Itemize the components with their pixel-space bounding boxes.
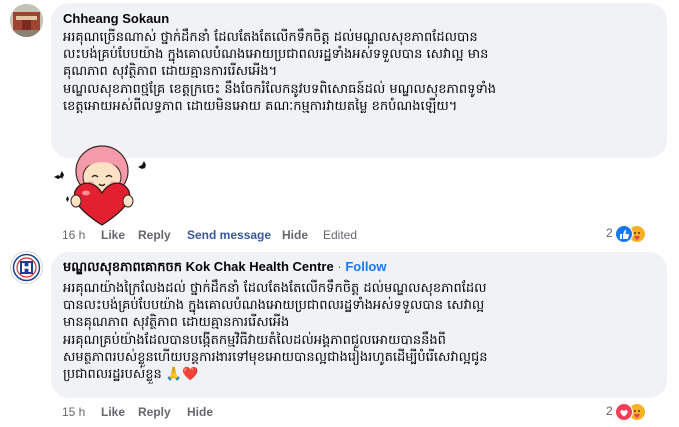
comment-time[interactable]: 15 h [62, 405, 85, 419]
avatar-photo [10, 4, 43, 37]
comment-bubble: មណ្ឌលសុខភាពគោកចក Kok Chak Health Centre … [51, 252, 667, 398]
edited-label: Edited [323, 228, 358, 242]
comment-author-line: មណ្ឌលសុខភាពគោកចក Kok Chak Health Centre … [63, 259, 655, 278]
reply-button[interactable]: Reply [138, 405, 171, 419]
comment-actions: 16 h Like Reply Send message Hide Edited [62, 228, 382, 244]
reaction-count: 2 [606, 226, 613, 240]
like-button[interactable]: Like [101, 228, 125, 242]
avatar-chheang-sokaun[interactable] [10, 4, 43, 37]
reaction-count: 2 [606, 404, 613, 418]
love-icon [615, 403, 633, 421]
comment-time[interactable]: 16 h [62, 228, 85, 242]
hide-button[interactable]: Hide [187, 405, 213, 419]
comment-author[interactable]: Chheang Sokaun [63, 11, 655, 26]
comment-actions: 15 h Like Reply Hide [62, 405, 262, 421]
health-centre-logo [12, 253, 41, 282]
comment-author[interactable]: មណ្ឌលសុខភាពគោកចក Kok Chak Health Centre [63, 259, 334, 274]
reaction-summary[interactable]: 2 [606, 403, 656, 421]
comment-bubble: Chheang Sokaun អរគុណច្រើនណាស់ ថ្នាក់ដឹកន… [51, 3, 667, 158]
sticker-girl-heart [52, 137, 152, 229]
hide-button[interactable]: Hide [282, 228, 308, 242]
like-icon [615, 225, 633, 243]
reply-button[interactable]: Reply [138, 228, 171, 242]
comment-text: អរគុណយ៉ាងក្រៃលែងដល់ ថ្នាក់ដឹកនាំ ដែលតែងត… [63, 281, 488, 383]
separator-dot: · [337, 259, 342, 274]
reaction-summary[interactable]: 2 [606, 225, 656, 243]
follow-button[interactable]: Follow [345, 259, 386, 274]
like-button[interactable]: Like [101, 405, 125, 419]
comment-text: អរគុណច្រើនណាស់ ថ្នាក់ដឹកនាំ ដែលតែងតែលើកទ… [63, 30, 497, 114]
send-message-button[interactable]: Send message [187, 228, 271, 242]
avatar-kok-chak-health-centre[interactable] [10, 251, 43, 284]
